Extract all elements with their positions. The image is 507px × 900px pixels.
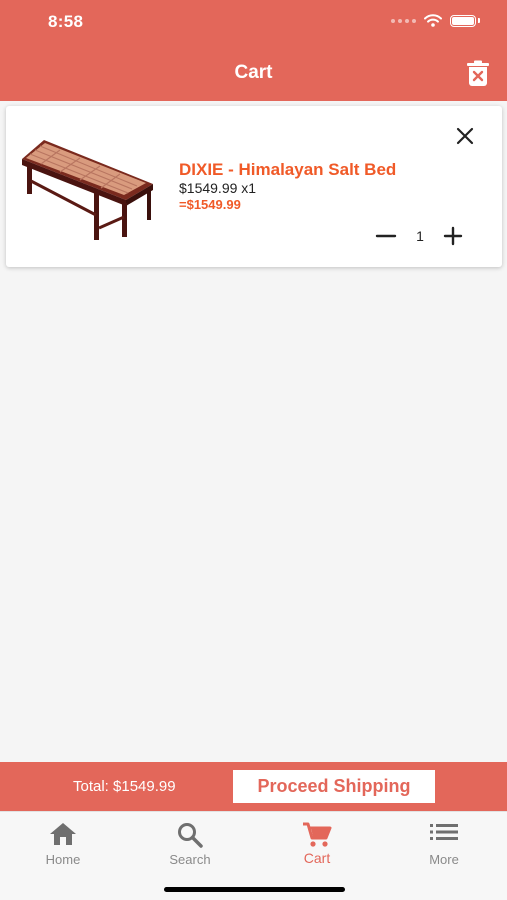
cart-icon bbox=[303, 822, 332, 847]
signal-icon bbox=[391, 18, 416, 23]
battery-tip bbox=[478, 18, 480, 23]
cart-total: Total: $1549.99 bbox=[73, 778, 176, 795]
list-icon bbox=[430, 824, 458, 840]
trash-icon[interactable] bbox=[466, 60, 490, 86]
close-icon bbox=[456, 127, 474, 145]
status-time: 8:58 bbox=[48, 12, 84, 31]
status-icons bbox=[391, 14, 480, 27]
product-name[interactable]: DIXIE - Himalayan Salt Bed bbox=[179, 160, 396, 180]
top-bar: 8:58 Cart bbox=[0, 0, 507, 101]
tab-cart[interactable]: Cart bbox=[254, 812, 380, 872]
unit-price-quantity: $1549.99 x1 bbox=[179, 180, 257, 196]
tab-search[interactable]: Search bbox=[127, 812, 253, 872]
tab-more[interactable]: More bbox=[381, 812, 507, 872]
plus-icon bbox=[443, 226, 463, 246]
checkout-bar: Total: $1549.99 Proceed Shipping bbox=[0, 762, 507, 811]
wifi-icon bbox=[424, 14, 442, 27]
decrease-quantity-button[interactable] bbox=[374, 226, 398, 246]
remove-item-button[interactable] bbox=[454, 125, 476, 147]
salt-bed-image bbox=[22, 140, 153, 240]
battery-icon bbox=[450, 14, 476, 27]
proceed-shipping-button[interactable]: Proceed Shipping bbox=[233, 770, 435, 803]
tab-home-label: Home bbox=[45, 852, 81, 867]
home-icon bbox=[50, 823, 76, 845]
item-subtotal: =$1549.99 bbox=[179, 197, 241, 212]
increase-quantity-button[interactable] bbox=[442, 225, 464, 247]
cart-item-card: DIXIE - Himalayan Salt Bed $1549.99 x1 =… bbox=[6, 106, 502, 267]
tab-more-label: More bbox=[429, 852, 459, 867]
page-title: Cart bbox=[234, 62, 273, 83]
search-icon bbox=[178, 823, 203, 848]
tab-cart-label: Cart bbox=[303, 850, 331, 866]
home-indicator bbox=[164, 887, 345, 892]
tab-search-label: Search bbox=[169, 852, 211, 867]
tab-home[interactable]: Home bbox=[0, 812, 126, 872]
quantity-value: 1 bbox=[416, 228, 424, 244]
